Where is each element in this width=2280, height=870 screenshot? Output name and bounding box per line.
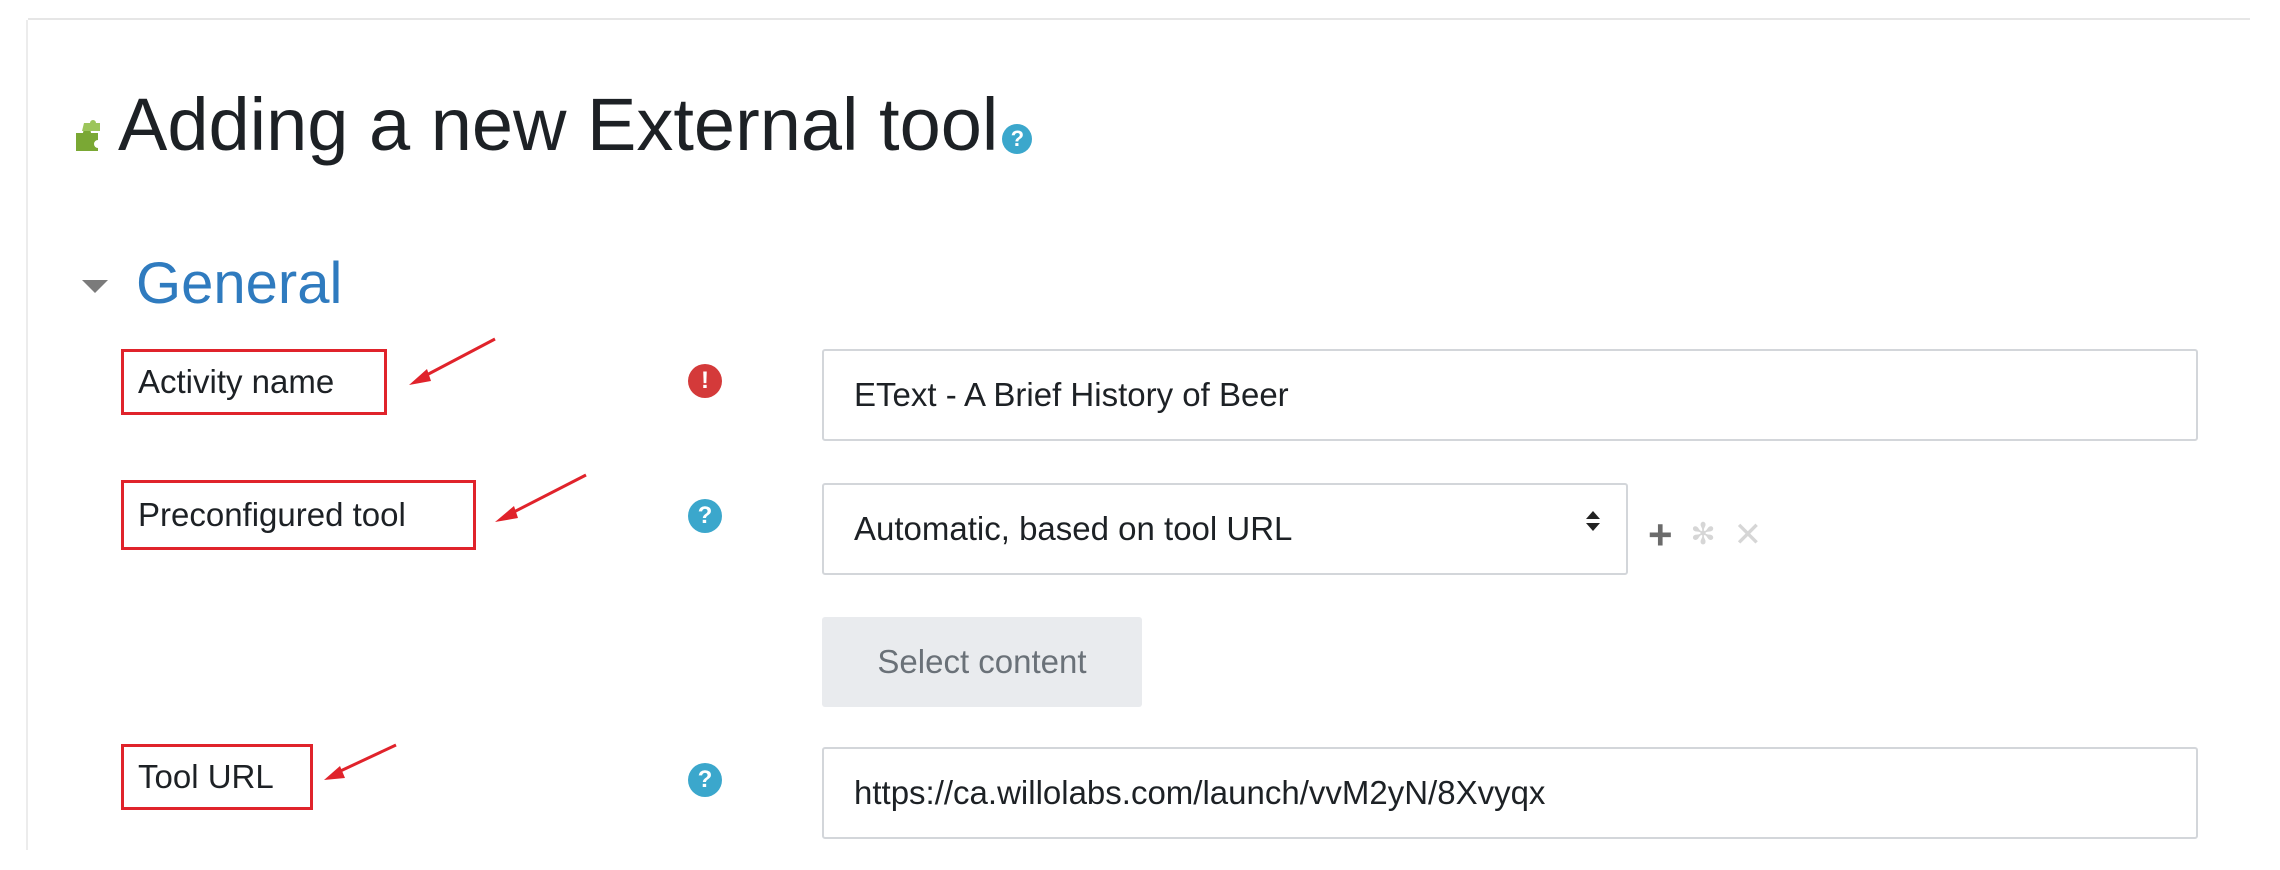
left-divider	[26, 20, 28, 850]
select-value: Automatic, based on tool URL	[854, 510, 1293, 547]
activity-name-label-text: Activity name	[138, 363, 335, 400]
settings-icon[interactable]: ✻	[1691, 520, 1716, 550]
add-icon[interactable]: +	[1648, 514, 1673, 556]
help-icon[interactable]: ?	[1002, 124, 1033, 154]
tool-url-label-text: Tool URL	[138, 758, 274, 795]
activity-name-input[interactable]	[822, 349, 2198, 441]
page-title: Adding a new External tool	[118, 83, 999, 166]
required-icon: !	[688, 364, 722, 398]
preconfigured-tool-label-text: Preconfigured tool	[138, 496, 406, 533]
help-icon[interactable]: ?	[688, 763, 722, 797]
delete-icon[interactable]: ✕	[1734, 518, 1763, 552]
section-title: General	[136, 251, 343, 316]
preconfigured-tool-label: Preconfigured tool	[121, 480, 476, 550]
select-arrows-icon	[1586, 511, 1600, 531]
preconfigured-tool-select[interactable]: Automatic, based on tool URL	[822, 483, 1628, 575]
select-content-button[interactable]: Select content	[822, 617, 1142, 707]
section-toggle-general[interactable]: General	[82, 255, 342, 313]
caret-down-icon	[82, 279, 108, 293]
activity-name-label: Activity name	[121, 349, 387, 415]
puzzle-piece-icon	[76, 120, 100, 151]
annotation-arrow-icon	[409, 337, 496, 385]
annotation-arrow-icon	[495, 473, 587, 522]
tool-url-input[interactable]	[822, 747, 2198, 839]
tool-actions: + ✻ ✕	[1648, 514, 1762, 556]
annotation-arrow-icon	[324, 743, 397, 780]
page-header: Adding a new External tool ?	[72, 83, 1033, 166]
help-icon[interactable]: ?	[688, 499, 722, 533]
tool-url-label: Tool URL	[121, 744, 313, 810]
top-divider	[28, 18, 2250, 20]
